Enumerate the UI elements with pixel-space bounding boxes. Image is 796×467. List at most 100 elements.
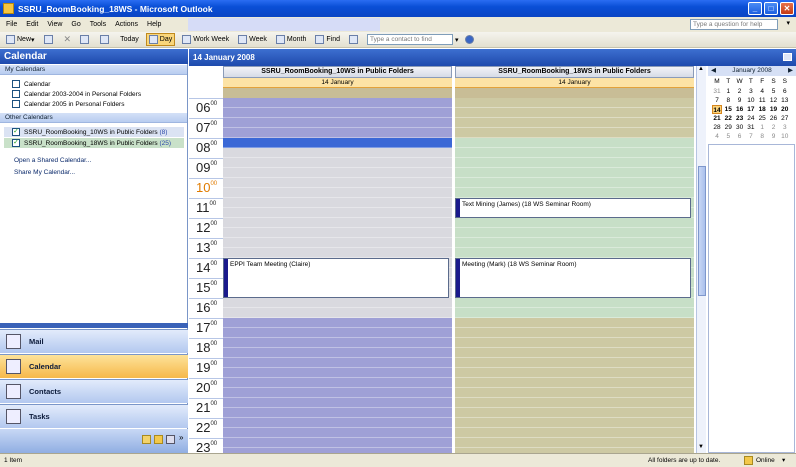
menu-view[interactable]: View: [47, 21, 62, 28]
time-slot[interactable]: [455, 248, 694, 258]
checked-checkbox-icon[interactable]: ✓: [12, 128, 20, 136]
month-view-button[interactable]: Month: [274, 33, 308, 46]
help-question-input[interactable]: Type a question for help: [690, 19, 778, 30]
time-slot[interactable]: [223, 208, 452, 218]
day-column-18ws[interactable]: Text Mining (James) (18 WS Seminar Room)…: [455, 98, 694, 453]
help-dropdown-icon[interactable]: ▾: [786, 19, 790, 27]
time-slot[interactable]: [455, 148, 694, 158]
day-cell[interactable]: 31: [746, 123, 756, 132]
calendar-item-10ws[interactable]: ✓ SSRU_RoomBooking_10WS in Public Folders…: [4, 127, 184, 137]
pane-splitter[interactable]: [0, 323, 188, 328]
selected-time-slot[interactable]: [223, 138, 452, 148]
time-slot[interactable]: [223, 378, 452, 388]
day-cell[interactable]: 31: [712, 87, 722, 96]
time-slot[interactable]: [223, 248, 452, 258]
address-book-button[interactable]: [347, 33, 362, 46]
menu-help[interactable]: Help: [147, 21, 161, 28]
day-cell[interactable]: 3: [746, 87, 756, 96]
previous-month-icon[interactable]: ◀: [711, 66, 716, 76]
time-slot[interactable]: [455, 398, 694, 408]
time-slot[interactable]: [223, 388, 452, 398]
time-slot[interactable]: [455, 238, 694, 248]
time-slot[interactable]: [223, 158, 452, 168]
calendar-checkbox[interactable]: [12, 80, 20, 88]
calendar-item[interactable]: Calendar 2005 in Personal Folders: [12, 99, 124, 109]
day-cell[interactable]: 18: [757, 105, 767, 114]
time-slot[interactable]: [223, 178, 452, 188]
day-cell[interactable]: 17: [746, 105, 756, 114]
day-cell[interactable]: 7: [712, 96, 722, 105]
day-cell[interactable]: 1: [757, 123, 767, 132]
nav-button-tasks[interactable]: Tasks: [0, 404, 188, 428]
calendar-item[interactable]: Calendar: [12, 79, 50, 89]
day-cell[interactable]: 11: [757, 96, 767, 105]
checked-checkbox-icon[interactable]: ✓: [12, 139, 20, 147]
folder-icon[interactable]: [154, 435, 163, 444]
pane-options-icon[interactable]: [783, 53, 792, 61]
maximize-button[interactable]: □: [764, 2, 778, 15]
time-slot[interactable]: [223, 188, 452, 198]
time-slot[interactable]: [223, 168, 452, 178]
day-cell[interactable]: 10: [780, 132, 790, 141]
time-slot[interactable]: [223, 408, 452, 418]
time-slot[interactable]: [455, 358, 694, 368]
day-cell[interactable]: 10: [746, 96, 756, 105]
calendar-checkbox[interactable]: [12, 90, 20, 98]
nav-button-calendar[interactable]: Calendar: [0, 354, 188, 378]
time-slot[interactable]: [223, 198, 452, 208]
appointment[interactable]: Text Mining (James) (18 WS Seminar Room): [455, 198, 691, 218]
day-cell[interactable]: 23: [735, 114, 745, 123]
day-cell[interactable]: 24: [746, 114, 756, 123]
day-cell[interactable]: 3: [780, 123, 790, 132]
time-slot[interactable]: [223, 128, 452, 138]
all-day-area-18ws[interactable]: [455, 88, 694, 98]
week-view-button[interactable]: Week: [236, 33, 269, 46]
day-cell[interactable]: 29: [723, 123, 733, 132]
time-slot[interactable]: [455, 218, 694, 228]
day-cell[interactable]: 2: [735, 87, 745, 96]
day-cell[interactable]: 28: [712, 123, 722, 132]
time-slot[interactable]: [455, 118, 694, 128]
day-cell[interactable]: 25: [757, 114, 767, 123]
time-slot[interactable]: [455, 308, 694, 318]
minimize-button[interactable]: _: [748, 2, 762, 15]
day-cell[interactable]: 9: [769, 132, 779, 141]
time-slot[interactable]: [223, 238, 452, 248]
time-slot[interactable]: [455, 338, 694, 348]
delete-button[interactable]: ✕: [62, 33, 74, 46]
time-slot[interactable]: [455, 168, 694, 178]
day-cell[interactable]: 15: [723, 105, 733, 114]
find-button[interactable]: Find: [313, 33, 342, 46]
shortcuts-icon[interactable]: [166, 435, 175, 444]
other-calendars-header[interactable]: Other Calendars: [0, 113, 187, 123]
my-calendars-header[interactable]: My Calendars: [0, 65, 187, 75]
appointment[interactable]: EPPI Team Meeting (Claire): [223, 258, 449, 298]
time-slot[interactable]: [455, 318, 694, 328]
menu-actions[interactable]: Actions: [115, 21, 138, 28]
time-slot[interactable]: [455, 188, 694, 198]
time-slot[interactable]: [223, 358, 452, 368]
time-slot[interactable]: [223, 228, 452, 238]
time-slot[interactable]: [223, 308, 452, 318]
time-slot[interactable]: [223, 398, 452, 408]
nav-button-contacts[interactable]: Contacts: [0, 379, 188, 403]
time-slot[interactable]: [455, 98, 694, 108]
day-cell[interactable]: 12: [769, 96, 779, 105]
time-slot[interactable]: [223, 348, 452, 358]
day-cell[interactable]: 16: [735, 105, 745, 114]
all-day-area-10ws[interactable]: [223, 88, 452, 98]
day-cell[interactable]: 22: [723, 114, 733, 123]
grid-button[interactable]: [78, 33, 93, 46]
time-slot[interactable]: [455, 348, 694, 358]
scroll-up-icon[interactable]: ▲: [698, 66, 704, 72]
time-slot[interactable]: [455, 298, 694, 308]
close-button[interactable]: ✕: [780, 2, 794, 15]
contact-search-input[interactable]: Type a contact to find: [367, 34, 454, 45]
menu-file[interactable]: File: [6, 21, 17, 28]
day-cell[interactable]: 26: [769, 114, 779, 123]
day-cell[interactable]: 19: [769, 105, 779, 114]
time-slot[interactable]: [455, 428, 694, 438]
day-cell[interactable]: 21: [712, 114, 722, 123]
day-cell[interactable]: 2: [769, 123, 779, 132]
next-month-icon[interactable]: ▶: [788, 66, 793, 76]
